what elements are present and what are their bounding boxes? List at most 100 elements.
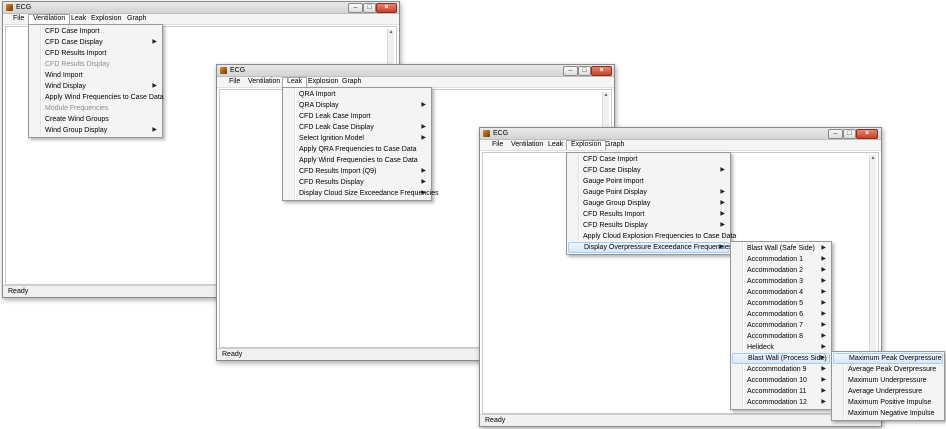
status-text: Ready — [485, 417, 506, 424]
maximize-icon[interactable]: □ — [843, 129, 856, 139]
menu-item-label: Accommodation 5 — [747, 300, 804, 307]
chevron-right-icon: ▶ — [720, 222, 725, 228]
menu-item-label: Display Cloud Size Exceedance Frequencie… — [299, 190, 439, 197]
submenu-item-accommodation-7[interactable]: Accommodation 7 ▶ — [732, 320, 830, 331]
submenu-item-accommodation-1[interactable]: Accommodation 1 ▶ — [732, 254, 830, 265]
submenu-item-accommodation-8[interactable]: Accommodation 8 ▶ — [732, 331, 830, 342]
submenu-item-accommodation-2[interactable]: Accommodation 2 ▶ — [732, 265, 830, 276]
scroll-up-icon[interactable]: ▲ — [870, 155, 876, 161]
submenu-item-accommodation-9[interactable]: Acccommodation 9 ▶ — [732, 364, 830, 375]
menu-item-cfd-case-import[interactable]: CFD Case Import — [30, 26, 161, 37]
submenu-item-blast-wall-process-side[interactable]: Blast Wall (Process Side) ▶ — [732, 353, 830, 364]
menu-item-label: Gauge Point Import — [583, 178, 644, 185]
title-bar[interactable]: ECG – □ × — [3, 2, 399, 14]
maximize-icon[interactable]: □ — [578, 66, 591, 76]
minimize-icon[interactable]: – — [348, 3, 363, 13]
menu-graph[interactable]: Graph — [338, 77, 365, 86]
submenu-item-accommodation-5[interactable]: Accommodation 5 ▶ — [732, 298, 830, 309]
title-bar[interactable]: ECG – □ × — [480, 128, 881, 140]
submenu-item-accommodation-6[interactable]: Accommodation 6 ▶ — [732, 309, 830, 320]
menu-item-label: CFD Case Import — [583, 156, 638, 163]
menu-item-label: CFD Case Display — [45, 39, 103, 46]
menu-item-label: Helideck — [747, 344, 774, 351]
submenu-item-maximum-underpressure[interactable]: Maximum Underpressure — [833, 375, 943, 386]
menu-item-display-cloud-size[interactable]: Display Cloud Size Exceedance Frequencie… — [284, 188, 439, 199]
menu-item-gauge-point-display[interactable]: Gauge Point Display ▶ — [568, 187, 729, 198]
menu-explosion[interactable]: Explosion — [87, 14, 125, 23]
menu-leak[interactable]: Leak — [544, 140, 567, 149]
menu-explosion[interactable]: Explosion — [304, 77, 342, 86]
menu-item-gauge-point-import[interactable]: Gauge Point Import — [568, 176, 729, 187]
submenu-item-average-peak-overpressure[interactable]: Average Peak Overpressure — [833, 364, 943, 375]
menu-ventilation[interactable]: Ventilation — [244, 77, 284, 86]
menu-item-apply-wind-frequencies[interactable]: Apply Wind Frequencies to Case Data — [284, 155, 430, 166]
menu-item-cfd-results-import[interactable]: CFD Results Import — [30, 48, 161, 59]
title-bar[interactable]: ECG – □ × — [217, 65, 614, 77]
menu-item-label: Maximum Negative Impulse — [848, 410, 935, 417]
chevron-right-icon: ▶ — [821, 399, 826, 405]
submenu-item-maximum-negative-impulse[interactable]: Maximum Negative Impulse — [833, 408, 943, 419]
menu-item-apply-qra-frequencies[interactable]: Apply QRA Frequencies to Case Data — [284, 144, 430, 155]
scroll-up-icon[interactable]: ▲ — [388, 29, 394, 35]
menu-item-cfd-leak-case-display[interactable]: CFD Leak Case Display ▶ — [284, 122, 430, 133]
menu-item-cfd-results-import[interactable]: CFD Results Import ▶ — [568, 209, 729, 220]
menu-item-label: Maximum Underpressure — [848, 377, 927, 384]
menu-item-label: Accommodation 6 — [747, 311, 804, 318]
menu-item-cfd-case-import[interactable]: CFD Case Import — [568, 154, 729, 165]
submenu-item-accommodation-4[interactable]: Accommodation 4 ▶ — [732, 287, 830, 298]
submenu-item-maximum-positive-impulse[interactable]: Maximum Positive Impulse — [833, 397, 943, 408]
window-title: ECG — [493, 130, 509, 137]
chevron-right-icon: ▶ — [421, 190, 426, 196]
menu-ventilation[interactable]: Ventilation — [28, 14, 71, 24]
menu-item-label: Acccommodation 9 — [747, 366, 807, 373]
menu-explosion[interactable]: Explosion — [566, 140, 607, 150]
menu-item-qra-import[interactable]: QRA Import — [284, 89, 430, 100]
close-icon[interactable]: × — [591, 66, 612, 76]
menu-graph[interactable]: Graph — [123, 14, 150, 23]
menu-item-wind-display[interactable]: Wind Display ▶ — [30, 81, 161, 92]
submenu-item-accommodation-11[interactable]: Accommodation 11 ▶ — [732, 386, 830, 397]
menu-ventilation[interactable]: Ventilation — [507, 140, 547, 149]
menu-item-apply-wind-frequencies[interactable]: Apply Wind Frequencies to Case Data — [30, 92, 164, 103]
menu-leak[interactable]: Leak — [282, 77, 308, 87]
menu-item-cfd-results-display[interactable]: CFD Results Display ▶ — [568, 220, 729, 231]
menu-item-qra-display[interactable]: QRA Display ▶ — [284, 100, 430, 111]
chevron-right-icon: ▶ — [821, 377, 826, 383]
menu-item-gauge-group-display[interactable]: Gauge Group Display ▶ — [568, 198, 729, 209]
minimize-icon[interactable]: – — [828, 129, 843, 139]
chevron-right-icon: ▶ — [820, 355, 825, 361]
menu-item-label: Accommodation 10 — [747, 377, 807, 384]
submenu-item-maximum-peak-overpressure[interactable]: Maximum Peak Overpressure — [833, 353, 943, 364]
menu-file[interactable]: File — [225, 77, 244, 86]
menu-item-cfd-case-display[interactable]: CFD Case Display ▶ — [30, 37, 161, 48]
menu-item-apply-cloud-explosion-frequencies[interactable]: Apply Cloud Explosion Frequencies to Cas… — [568, 231, 736, 242]
menu-file[interactable]: File — [9, 14, 28, 23]
menu-item-cfd-results-display[interactable]: CFD Results Display ▶ — [284, 177, 430, 188]
menu-file[interactable]: File — [488, 140, 507, 149]
menu-item-label: Accommodation 8 — [747, 333, 804, 340]
menu-item-create-wind-groups[interactable]: Create Wind Groups — [30, 114, 161, 125]
maximize-icon[interactable]: □ — [363, 3, 376, 13]
menu-item-cfd-case-display[interactable]: CFD Case Display ▶ — [568, 165, 729, 176]
menu-item-label: Maximum Peak Overpressure — [849, 355, 942, 362]
menu-item-wind-group-display[interactable]: Wind Group Display ▶ — [30, 125, 161, 136]
submenu-item-accommodation-3[interactable]: Accommodation 3 ▶ — [732, 276, 830, 287]
chevron-right-icon: ▶ — [821, 333, 826, 339]
menu-item-label: CFD Results Import — [45, 50, 107, 57]
chevron-right-icon: ▶ — [720, 211, 725, 217]
menu-item-wind-import[interactable]: Wind Import — [30, 70, 161, 81]
submenu-item-average-underpressure[interactable]: Average Underpressure — [833, 386, 943, 397]
menu-item-cfd-leak-case-import[interactable]: CFD Leak Case Import — [284, 111, 430, 122]
submenu-item-helideck[interactable]: Helideck ▶ — [732, 342, 830, 353]
chevron-right-icon: ▶ — [821, 366, 826, 372]
close-icon[interactable]: × — [376, 3, 397, 13]
scroll-up-icon[interactable]: ▲ — [603, 92, 609, 98]
submenu-item-accommodation-10[interactable]: Accommodation 10 ▶ — [732, 375, 830, 386]
submenu-item-accommodation-12[interactable]: Accommodation 12 ▶ — [732, 397, 830, 408]
menu-item-select-ignition-model[interactable]: Select Ignition Model ▶ — [284, 133, 430, 144]
menu-item-cfd-results-import-q9[interactable]: CFD Results Import (Q9) ▶ — [284, 166, 430, 177]
close-icon[interactable]: × — [856, 129, 878, 139]
minimize-icon[interactable]: – — [563, 66, 578, 76]
submenu-item-blast-wall-safe-side[interactable]: Blast Wall (Safe Side) ▶ — [732, 243, 830, 254]
menu-item-display-overpressure-exceedance[interactable]: Display Overpressure Exceedance Frequenc… — [568, 242, 732, 253]
